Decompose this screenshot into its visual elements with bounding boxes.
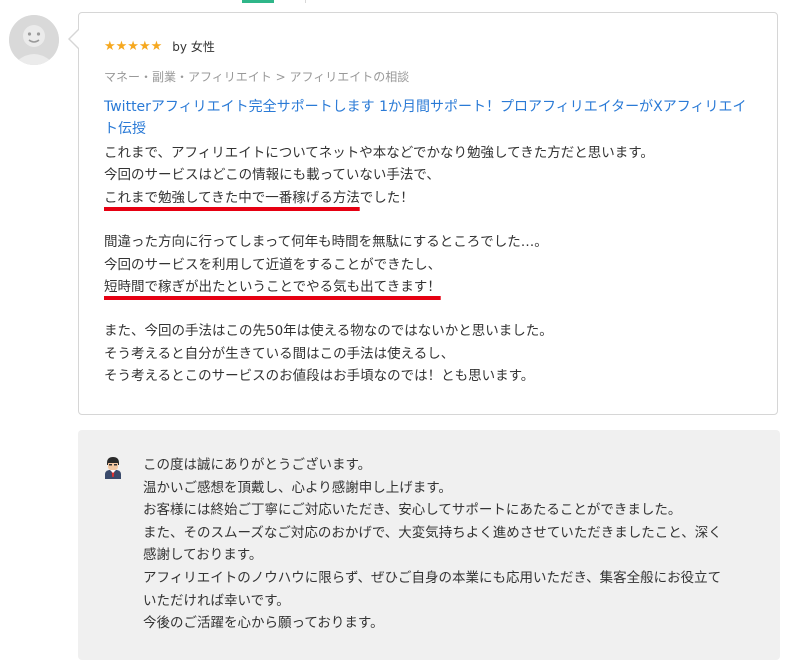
reply-line: アフィリエイトのノウハウに限らず、ぜひご自身の本業にも応用いただき、集客全般にお… (143, 569, 722, 586)
rating-row: ★★★★★ by 女性 (104, 38, 215, 56)
card-pointer-inner (70, 29, 80, 49)
review-line: 今回のサービスを利用して近道をすることができたし、 (104, 256, 442, 273)
reply-line: この度は誠にありがとうございます。 (143, 457, 372, 473)
review-text: これまで、アフィリエイトについてネットや本などでかなり勉強してきた方だと思います… (104, 142, 764, 410)
review-line: これまで、アフィリエイトについてネットや本などでかなり勉強してきた方だと思います… (104, 145, 654, 161)
review-line: 今回のサービスはどこの情報にも載っていない手法で、 (104, 167, 440, 184)
highlighted-phrase: これまで勉強してきた中で一番稼げる方法 (104, 189, 360, 206)
category-breadcrumb: マネー・副業・アフィリエイト > アフィリエイトの相談 (104, 70, 410, 84)
review-line: 間違った方向に行ってしまって何年も時間を無駄にするところでした…。 (104, 234, 548, 251)
review-line: そう考えると自分が生きている間はこの手法は使えるし、 (104, 345, 455, 362)
reply-line: 温かいご感想を頂戴し、心より感謝申し上げます。 (143, 479, 452, 496)
highlighted-phrase: 短時間で稼ぎが出たということでやる気も出てきます！ (104, 279, 441, 296)
review-line: そう考えるとこのサービスのお値段はお手頃なのでは！とも思います。 (104, 368, 535, 385)
seller-avatar-icon[interactable] (103, 455, 123, 479)
reply-line: お客様には終始ご丁寧にご対応いただき、安心してサポートにあたることができました。 (143, 502, 682, 519)
review-line: また、今回の手法はこの先50年は使える物なのではないかと思いました。 (104, 323, 553, 340)
reply-line: また、そのスムーズなご対応のおかげで、大変気持ちよく進めさせていただきましたこと… (143, 524, 722, 541)
review-paragraph: 間違った方向に行ってしまって何年も時間を無駄にするところでした…。 今回のサービ… (104, 231, 764, 298)
reply-line: 感謝しております。 (143, 547, 263, 564)
review-paragraph: これまで、アフィリエイトについてネットや本などでかなり勉強してきた方だと思います… (104, 142, 764, 209)
review-paragraph: また、今回の手法はこの先50年は使える物なのではないかと思いました。 そう考える… (104, 320, 764, 387)
star-rating-icon: ★★★★★ (104, 39, 163, 54)
reviewer-avatar-icon[interactable] (9, 15, 59, 65)
reply-line: 今後のご活躍を心から願っております。 (143, 615, 384, 632)
reviewer-label: by 女性 (172, 40, 215, 54)
review-line-rest: でした！ (359, 189, 414, 206)
seller-reply-text: この度は誠にありがとうございます。 温かいご感想を頂戴し、心より感謝申し上げます… (143, 454, 763, 635)
tab-separator (305, 0, 306, 3)
active-tab-indicator (242, 0, 274, 3)
review-highlight-line: 短時間で稼ぎが出たということでやる気も出てきます！ (104, 276, 764, 298)
review-highlight-line: これまで勉強してきた中で一番稼げる方法でした！ (104, 187, 764, 209)
reply-line: いただければ幸いです。 (143, 592, 290, 609)
service-title-link[interactable]: Twitterアフィリエイト完全サポートします 1か月間サポート！プロアフィリエ… (104, 96, 754, 140)
